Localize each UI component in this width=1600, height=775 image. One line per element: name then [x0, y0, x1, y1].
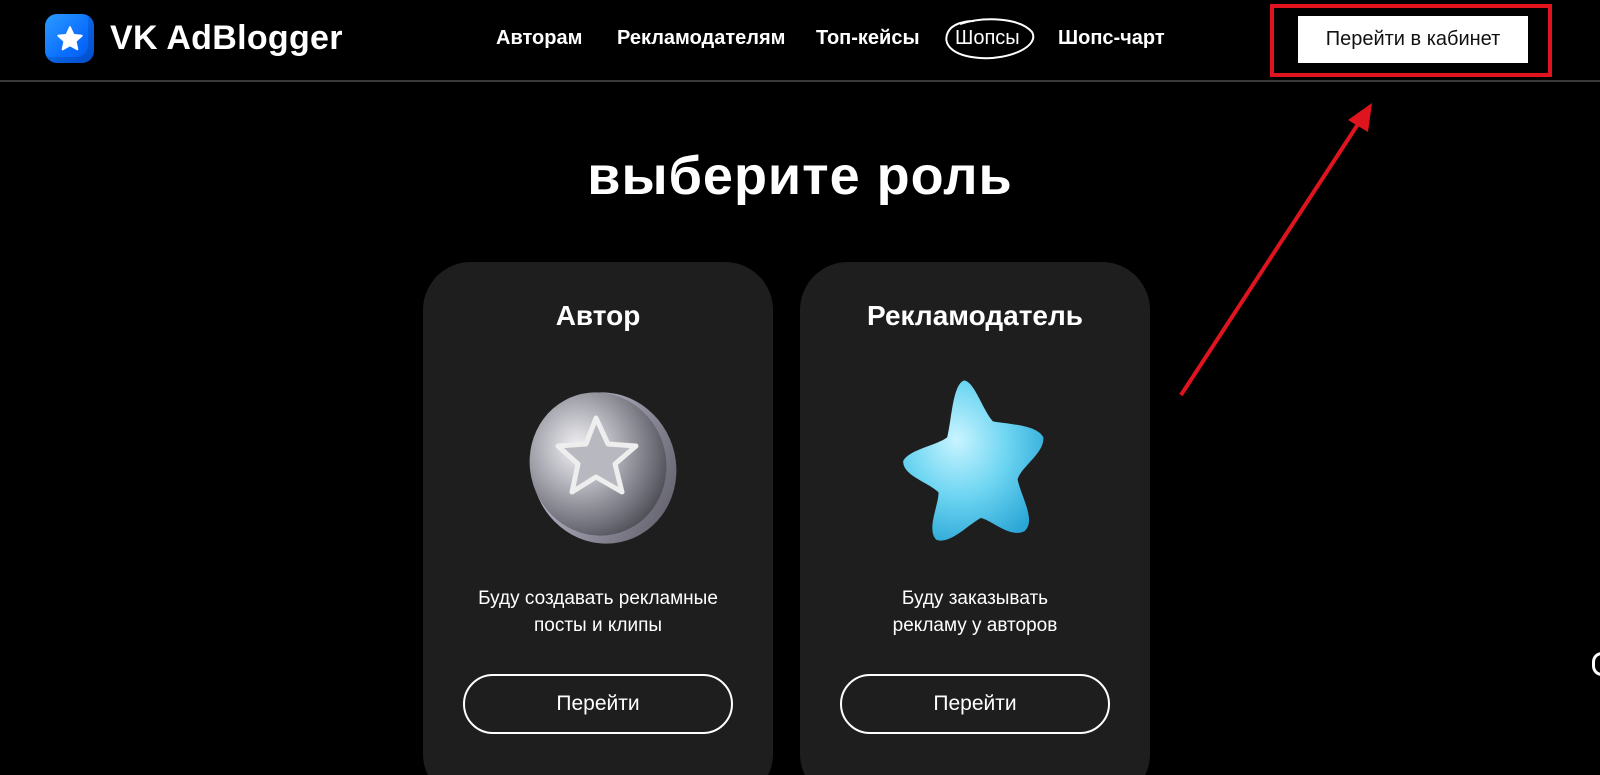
card-title: Рекламодатель: [867, 300, 1083, 331]
role-card-author: Автор Буду создавать рекламные посты и к…: [423, 262, 773, 775]
card-description-line: Буду заказывать: [901, 588, 1049, 609]
role-card-advertiser: Рекламодатель Буду заказывать рекламу у …: [800, 262, 1150, 775]
nav-shops-label: Шопсы: [955, 27, 1020, 49]
blue-star-icon: [875, 372, 1075, 552]
silver-coin-icon: [498, 372, 698, 552]
nav-authors[interactable]: Авторам: [496, 27, 582, 50]
card-description: Буду создавать рекламные посты и клипы: [443, 585, 753, 639]
nav-shops-chart[interactable]: Шопс-чарт: [1058, 27, 1165, 50]
card-title: Автор: [555, 300, 641, 331]
card-description-line: посты и клипы: [533, 615, 663, 636]
card-description-line: рекламу у авторов: [892, 615, 1058, 636]
author-go-button[interactable]: Перейти: [463, 674, 733, 734]
nav-top-cases[interactable]: Топ-кейсы: [816, 27, 920, 50]
page-title: выберите роль: [587, 146, 1013, 206]
nav-advertisers[interactable]: Рекламодателям: [617, 27, 785, 50]
advertiser-go-button[interactable]: Перейти: [840, 674, 1110, 734]
card-description: Буду заказывать рекламу у авторов: [820, 585, 1130, 639]
card-description-line: Буду создавать рекламные: [478, 588, 718, 609]
nav-shops[interactable]: Шопсы: [940, 14, 1036, 62]
go-to-cabinet-button[interactable]: Перейти в кабинет: [1298, 16, 1528, 63]
page: VK AdBlogger Авторам Рекламодателям Топ-…: [0, 0, 1600, 775]
header: VK AdBlogger Авторам Рекламодателям Топ-…: [0, 0, 1600, 82]
edge-widget-fragment[interactable]: [1592, 652, 1600, 676]
